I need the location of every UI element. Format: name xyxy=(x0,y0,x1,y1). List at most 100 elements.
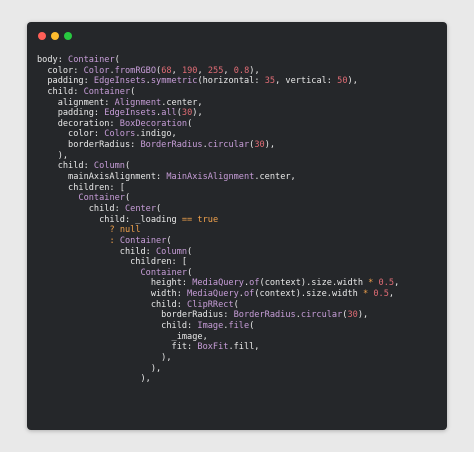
code-token: .fill, xyxy=(228,342,260,353)
code-token: ( xyxy=(156,203,162,214)
code-token: child: xyxy=(37,86,84,97)
code-token: 190 xyxy=(181,65,198,76)
maximize-window-button[interactable] xyxy=(64,32,72,40)
code-token: Column xyxy=(93,161,125,172)
minimize-window-button[interactable] xyxy=(51,32,59,40)
code-token: of xyxy=(249,278,260,289)
code-token: BoxFit xyxy=(197,342,229,353)
code-token: == xyxy=(181,214,193,225)
code-token: 30 xyxy=(347,310,358,321)
code-token: Alignment xyxy=(114,97,162,108)
code-line: width: MediaQuery.of(context).size.width… xyxy=(37,289,399,300)
code-token: 30 xyxy=(254,140,265,151)
code-line: color: Color.fromRGBO(68, 190, 255, 0.8)… xyxy=(37,66,399,77)
code-token: ( xyxy=(114,55,120,65)
code-token: , xyxy=(197,65,208,76)
code-token: ), xyxy=(37,374,151,385)
code-token: ( xyxy=(187,246,193,257)
code-token: fromRGBO xyxy=(114,65,157,76)
code-token: , vertical: xyxy=(275,76,338,87)
code-token: circular xyxy=(207,140,250,151)
code-token: , xyxy=(388,289,395,300)
code-line: child: Column( xyxy=(37,247,399,258)
code-line: body: Container( xyxy=(37,55,399,66)
code-token: borderRadius: xyxy=(37,140,141,151)
code-token: MainAxisAlignment xyxy=(166,172,255,183)
code-token: Container xyxy=(78,193,125,204)
code-token: child: xyxy=(37,203,125,214)
code-token: , xyxy=(171,65,182,76)
code-token: body: xyxy=(37,55,69,65)
code-token: ( xyxy=(187,267,193,278)
code-token: null xyxy=(119,225,141,236)
code-token: , xyxy=(394,278,400,289)
code-line: alignment: Alignment.center, xyxy=(37,98,399,109)
code-token: children: [ xyxy=(37,182,125,193)
code-line: borderRadius: BorderRadius.circular(30), xyxy=(37,310,399,321)
code-line: mainAxisAlignment: MainAxisAlignment.cen… xyxy=(37,172,399,183)
code-token: _image, xyxy=(37,331,208,342)
code-token: ), xyxy=(249,65,260,76)
code-line: ), xyxy=(37,151,399,162)
code-token: symmetric xyxy=(150,76,198,87)
code-line: _image, xyxy=(37,332,399,343)
code-token: child: xyxy=(37,246,156,257)
code-token: color: xyxy=(37,129,105,140)
code-token: (horizontal: xyxy=(197,76,265,87)
code-token: 30 xyxy=(181,108,193,119)
code-token: (context).size.width xyxy=(259,278,369,289)
page-background: body: Container( color: Color.fromRGBO(6… xyxy=(0,0,474,452)
code-token: .indigo, xyxy=(135,129,177,140)
code-line: ? null xyxy=(37,225,399,236)
code-token: fit: xyxy=(37,342,198,353)
code-token: child: _loading xyxy=(37,214,182,225)
code-token: Colors xyxy=(104,129,136,140)
code-line: borderRadius: BorderRadius.circular(30), xyxy=(37,140,399,151)
code-line: fit: BoxFit.fill, xyxy=(37,342,399,353)
code-token: EdgeInsets xyxy=(104,108,157,119)
code-line: decoration: BoxDecoration( xyxy=(37,119,399,130)
code-line: child: Image.file( xyxy=(37,321,399,332)
code-token: Color xyxy=(83,65,110,76)
code-token: 50 xyxy=(337,76,348,87)
code-token: 0.5 xyxy=(373,289,389,300)
code-token: ( xyxy=(166,235,172,246)
code-token: child: xyxy=(37,321,198,332)
code-token: ( xyxy=(249,321,255,332)
code-token: (context).size.width xyxy=(254,289,363,300)
code-token: ), xyxy=(37,363,162,374)
code-token: BorderRadius xyxy=(140,140,203,151)
code-line: children: [ xyxy=(37,183,399,194)
code-token: ( xyxy=(124,161,131,172)
code-token: .center, xyxy=(254,172,296,183)
code-token: Center xyxy=(124,203,157,214)
code-token: 0.5 xyxy=(378,278,395,289)
code-token: color: xyxy=(37,65,84,76)
code-token: ), xyxy=(192,108,203,119)
code-token: children: [ xyxy=(37,257,188,268)
code-line: child: ClipRRect( xyxy=(37,300,399,311)
code-token: padding: xyxy=(37,76,94,87)
code-token: height: xyxy=(37,278,193,289)
code-token: BorderRadius xyxy=(233,310,296,321)
code-token: all xyxy=(161,108,177,119)
code-token: ), xyxy=(37,150,69,161)
close-window-button[interactable] xyxy=(38,32,46,40)
code-token: EdgeInsets xyxy=(93,76,146,87)
code-token: ), xyxy=(264,140,276,151)
code-block: body: Container( color: Color.fromRGBO(6… xyxy=(37,55,399,385)
code-token: ( xyxy=(233,299,239,310)
code-line: : Container( xyxy=(37,236,399,247)
code-line: child: Container( xyxy=(37,87,399,98)
code-line: ), xyxy=(37,374,399,385)
code-token: 0.8 xyxy=(233,65,250,76)
code-token: .center, xyxy=(161,97,203,108)
code-token: Image xyxy=(197,321,224,332)
code-token: ( xyxy=(187,118,193,129)
code-token: ( xyxy=(130,86,136,97)
code-token: Container xyxy=(68,55,115,65)
code-token: ), xyxy=(37,352,172,363)
